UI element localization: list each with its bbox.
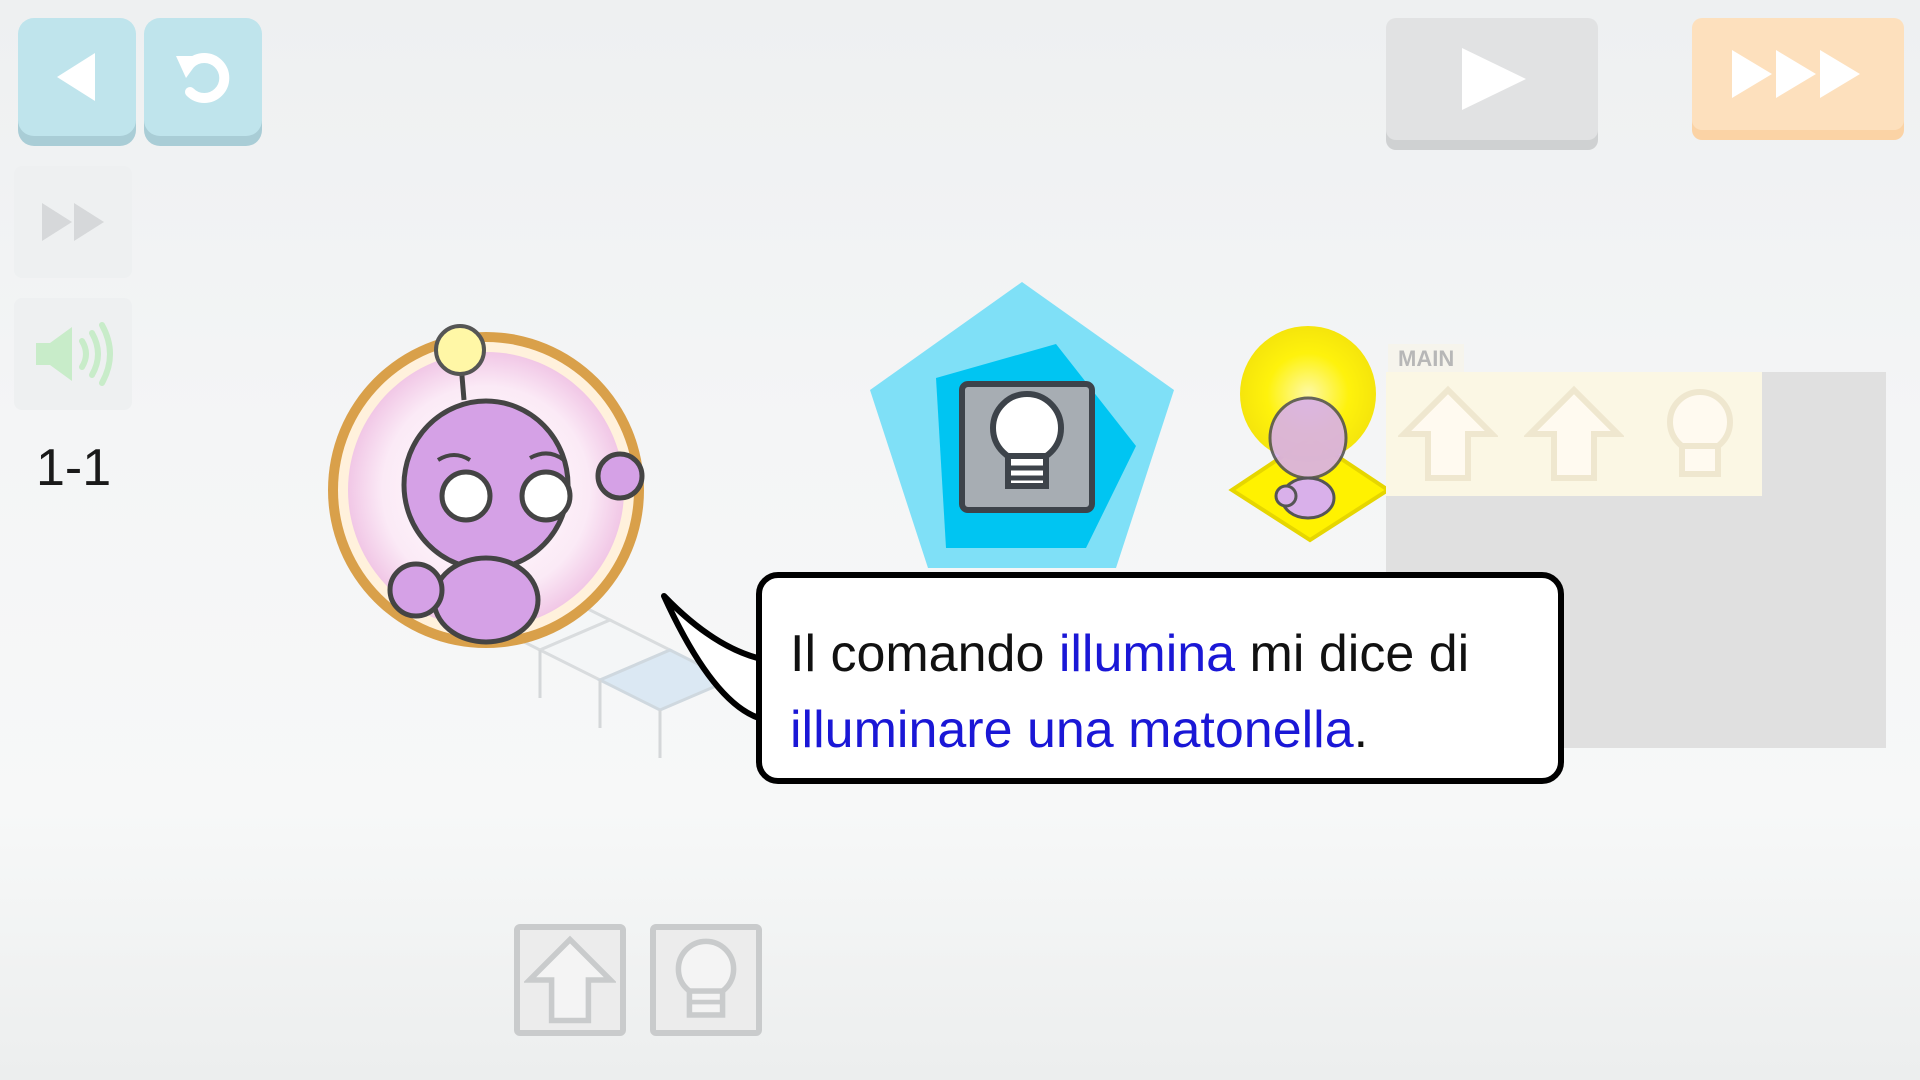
reset-button[interactable]	[144, 18, 262, 136]
up-arrow-icon[interactable]	[1398, 384, 1498, 484]
level-label: 1-1	[36, 439, 112, 497]
illumina-command-highlight	[870, 282, 1174, 568]
speech-bubble-tail	[661, 593, 768, 730]
up-arrow-icon	[524, 935, 616, 1024]
speech-text: Il comando	[790, 625, 1059, 683]
speech-line-1: Il comando illumina mi dice di	[790, 616, 1528, 692]
back-button[interactable]	[18, 18, 136, 136]
palette-light-command[interactable]	[650, 924, 762, 1036]
robot-portrait	[328, 324, 645, 648]
up-arrow-icon[interactable]	[1524, 384, 1624, 484]
speech-text: mi dice di	[1235, 625, 1470, 683]
triple-play-icon	[1732, 50, 1860, 98]
speaker-icon	[36, 322, 113, 386]
speech-highlight-command: illumina	[1058, 625, 1236, 683]
play-icon	[1462, 48, 1526, 110]
speech-line-2: illuminare una matonella.	[790, 692, 1528, 768]
fast-play-button[interactable]	[1692, 18, 1904, 130]
lit-robot-on-tile	[1228, 326, 1392, 543]
speech-text: .	[1353, 701, 1369, 759]
main-program-commands	[1386, 372, 1762, 496]
fast-forward-icon	[42, 203, 104, 241]
palette-forward-command[interactable]	[514, 924, 626, 1036]
main-program-label: MAIN	[1388, 344, 1465, 374]
lightbulb-icon	[675, 938, 737, 1018]
undo-icon	[176, 53, 230, 103]
speed-toggle-button[interactable]	[14, 166, 132, 278]
speech-bubble: Il comando illumina mi dice di illuminar…	[756, 572, 1564, 784]
speech-highlight-action: illuminare una matonella	[790, 701, 1354, 759]
back-arrow-icon	[57, 53, 95, 101]
sound-toggle-button[interactable]	[14, 298, 132, 410]
lightbulb-icon[interactable]	[1650, 384, 1750, 484]
play-button[interactable]	[1386, 18, 1598, 140]
